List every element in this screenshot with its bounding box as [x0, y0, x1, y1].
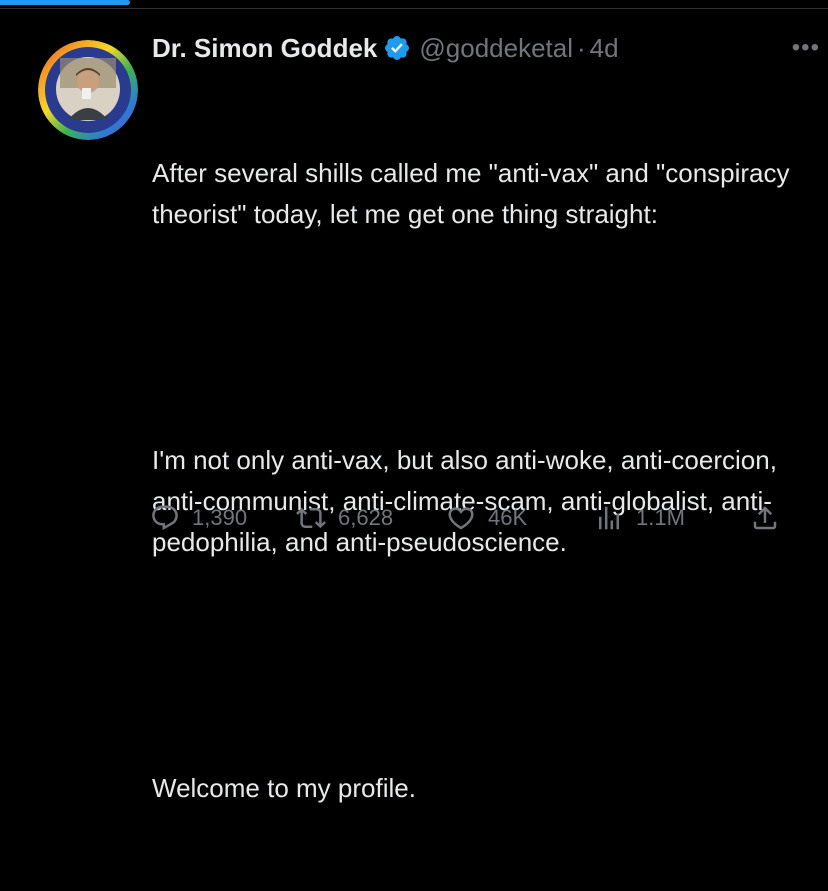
reply-button[interactable]: 1,390: [150, 498, 247, 538]
tweet[interactable]: Dr. Simon Goddek @goddeketal · 4d ••• Af…: [152, 30, 819, 891]
views-button[interactable]: 1.1M: [594, 498, 685, 538]
more-icon[interactable]: •••: [792, 34, 820, 62]
retweet-button[interactable]: 6,628: [296, 498, 393, 538]
tweet-actions: 1,390 6,628 46K 1.1M: [150, 498, 790, 538]
views-icon: [599, 506, 619, 530]
author-name[interactable]: Dr. Simon Goddek: [152, 33, 377, 64]
like-button[interactable]: 46K: [446, 498, 527, 538]
tweet-header: Dr. Simon Goddek @goddeketal · 4d •••: [152, 30, 819, 66]
tweet-paragraph: After several shills called me "anti-vax…: [152, 158, 797, 229]
verified-badge-icon: [383, 34, 411, 62]
tweet-paragraph: Welcome to my profile.: [152, 773, 416, 803]
avatar[interactable]: [38, 40, 138, 140]
retweet-icon: [296, 507, 326, 529]
share-button[interactable]: [750, 498, 792, 538]
tweet-text: After several shills called me "anti-vax…: [152, 71, 802, 891]
tweet-time[interactable]: 4d: [590, 33, 619, 64]
share-icon: [753, 506, 777, 530]
tab-indicator: [0, 0, 130, 5]
like-count: 46K: [488, 505, 528, 530]
views-count: 1.1M: [636, 505, 685, 530]
divider: [0, 8, 828, 9]
reply-icon: [152, 505, 178, 531]
retweet-count: 6,628: [338, 505, 394, 530]
reply-count: 1,390: [192, 505, 248, 530]
separator-dot: ·: [577, 32, 586, 63]
like-icon: [448, 507, 474, 530]
author-handle[interactable]: @goddeketal: [419, 33, 573, 64]
